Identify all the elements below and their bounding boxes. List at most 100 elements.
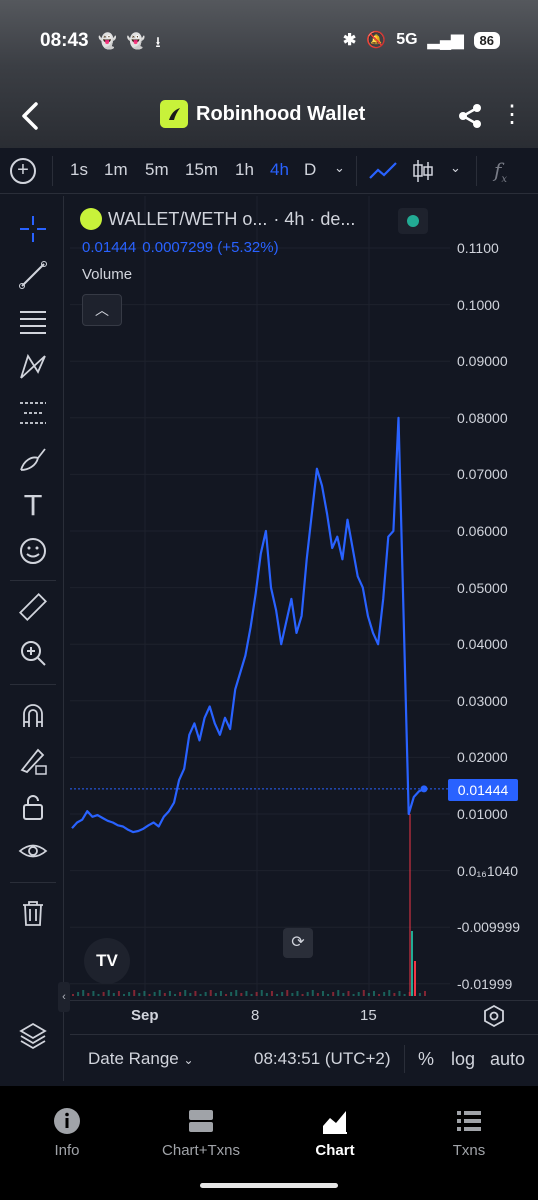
timeframe-1m[interactable]: 1m xyxy=(104,160,128,180)
volume-bar xyxy=(260,990,263,996)
volume-bar xyxy=(117,991,120,996)
volume-bar xyxy=(270,991,273,996)
y-tick-label: -0.01999 xyxy=(457,975,513,992)
volume-bar xyxy=(240,993,243,996)
volume-bar xyxy=(301,994,304,996)
text-tool[interactable]: T xyxy=(16,488,50,522)
lock-drawings-tool[interactable] xyxy=(16,744,50,778)
volume-bar xyxy=(327,994,330,996)
x-tick-label: 8 xyxy=(251,1007,260,1024)
volume-bar xyxy=(250,994,253,996)
brush-icon xyxy=(20,448,46,471)
timeframe-1h[interactable]: 1h xyxy=(235,160,254,180)
timeframe-4h[interactable]: 4h xyxy=(270,160,289,180)
volume-bar xyxy=(347,991,350,996)
zoom-tool[interactable] xyxy=(16,636,50,670)
timeframe-5m[interactable]: 5m xyxy=(145,160,169,180)
y-tick-label: 0.04000 xyxy=(457,636,508,653)
pattern-tool[interactable] xyxy=(16,350,50,384)
volume-bar xyxy=(265,993,268,996)
y-tick-label: 0.02000 xyxy=(457,749,508,766)
page-title: Robinhood Wallet xyxy=(196,102,366,125)
fib-retracement-icon xyxy=(20,311,46,334)
volume-bar xyxy=(138,993,141,996)
brush-tool[interactable] xyxy=(16,442,50,476)
text-icon: T xyxy=(24,488,42,522)
share-icon xyxy=(459,104,481,128)
volume-bar xyxy=(112,993,115,996)
tab-label: Info xyxy=(54,1142,80,1159)
tab-label: Txns xyxy=(452,1142,486,1159)
volume-label: Volume xyxy=(82,266,133,283)
volume-bar xyxy=(97,994,100,996)
tab-chart[interactable]: Chart xyxy=(268,1096,402,1166)
magnet-tool[interactable] xyxy=(16,698,50,732)
delete-tool[interactable] xyxy=(16,896,50,930)
tab-chart-txns[interactable]: Chart+Txns xyxy=(134,1096,268,1166)
timeframe-dropdown-icon[interactable]: ⌄ xyxy=(334,160,345,176)
volume-bar xyxy=(311,990,314,996)
more-vertical-icon: ⋮ xyxy=(500,101,524,128)
volume-bar xyxy=(411,931,413,996)
fib-tool[interactable] xyxy=(16,304,50,338)
tab-txns[interactable]: Txns xyxy=(402,1096,536,1166)
volume-bar xyxy=(92,991,95,996)
zoom-in-icon xyxy=(21,641,46,666)
back-button[interactable] xyxy=(18,98,48,134)
clock-label[interactable]: 08:43:51 (UTC+2) xyxy=(254,1049,391,1069)
auto-scale-toggle[interactable]: auto xyxy=(490,1049,525,1070)
volume-bar xyxy=(219,991,222,996)
date-range-button[interactable]: Date Range ⌄ xyxy=(88,1049,194,1069)
measure-tool[interactable] xyxy=(16,590,50,624)
status-right: ✱ 🔕 5G ▂▄▆ 86 xyxy=(343,30,500,50)
price-chart[interactable] xyxy=(70,196,538,1000)
trend-line-tool[interactable] xyxy=(16,258,50,292)
date-range-label: Date Range xyxy=(88,1049,179,1068)
drawing-toolbar: T xyxy=(0,196,64,1081)
volume-bar xyxy=(102,992,105,996)
more-menu-button[interactable]: ⋮ xyxy=(500,100,524,130)
timeframe-d[interactable]: D xyxy=(304,160,316,180)
crosshair-tool[interactable] xyxy=(16,212,50,246)
y-tick-label: 0.05000 xyxy=(457,579,508,596)
volume-bar xyxy=(332,992,335,996)
share-button[interactable] xyxy=(456,102,484,130)
collapse-toolbar-button[interactable]: ‹ xyxy=(58,982,70,1012)
download-icon: ⭳ xyxy=(155,34,161,51)
volume-bar xyxy=(367,993,370,996)
volume-bar xyxy=(179,992,182,996)
line-chart-type-icon[interactable] xyxy=(368,160,398,182)
volume-bar xyxy=(424,991,426,996)
y-tick-label: 0.06000 xyxy=(457,523,508,539)
percent-scale-toggle[interactable]: % xyxy=(418,1049,434,1070)
volume-bar xyxy=(245,991,248,996)
timeframe-1s[interactable]: 1s xyxy=(70,160,88,180)
settings-hexagon-icon[interactable] xyxy=(482,1004,506,1028)
emoji-tool[interactable] xyxy=(16,534,50,568)
collapse-legend-button[interactable]: ︿ xyxy=(82,294,122,326)
prediction-tool[interactable] xyxy=(16,396,50,430)
status-bar: 08:43 👻 👻 ⭳ ✱ 🔕 5G ▂▄▆ 86 xyxy=(0,28,538,60)
market-status-indicator[interactable] xyxy=(398,208,428,234)
timeframe-15m[interactable]: 15m xyxy=(185,160,218,180)
reset-chart-button[interactable]: ⟳ xyxy=(283,928,313,958)
volume-bar xyxy=(199,994,202,996)
visibility-tool[interactable] xyxy=(16,836,50,870)
tradingview-logo-icon[interactable]: TV xyxy=(84,938,130,984)
chart-bottom-bar: Date Range ⌄ 08:43:51 (UTC+2) % log auto xyxy=(70,1034,538,1082)
tab-info[interactable]: Info xyxy=(0,1096,134,1166)
chart-type-dropdown-icon[interactable]: ⌄ xyxy=(450,160,461,176)
indicators-icon[interactable]: fx xyxy=(494,158,507,185)
mute-icon: 🔕 xyxy=(366,32,387,49)
volume-bar xyxy=(388,990,391,996)
pencil-lock-icon xyxy=(20,748,47,775)
log-scale-toggle[interactable]: log xyxy=(451,1049,475,1070)
volume-bar xyxy=(235,990,238,996)
legend-interval: · 4h · de... xyxy=(273,208,356,229)
add-symbol-button[interactable]: + xyxy=(10,158,36,184)
lock-tool[interactable] xyxy=(16,790,50,824)
notification-icons: 👻 👻 ⭳ xyxy=(98,32,161,57)
candlestick-icon[interactable] xyxy=(412,158,434,184)
volume-bar xyxy=(225,994,228,996)
layers-tool[interactable] xyxy=(16,1018,50,1052)
